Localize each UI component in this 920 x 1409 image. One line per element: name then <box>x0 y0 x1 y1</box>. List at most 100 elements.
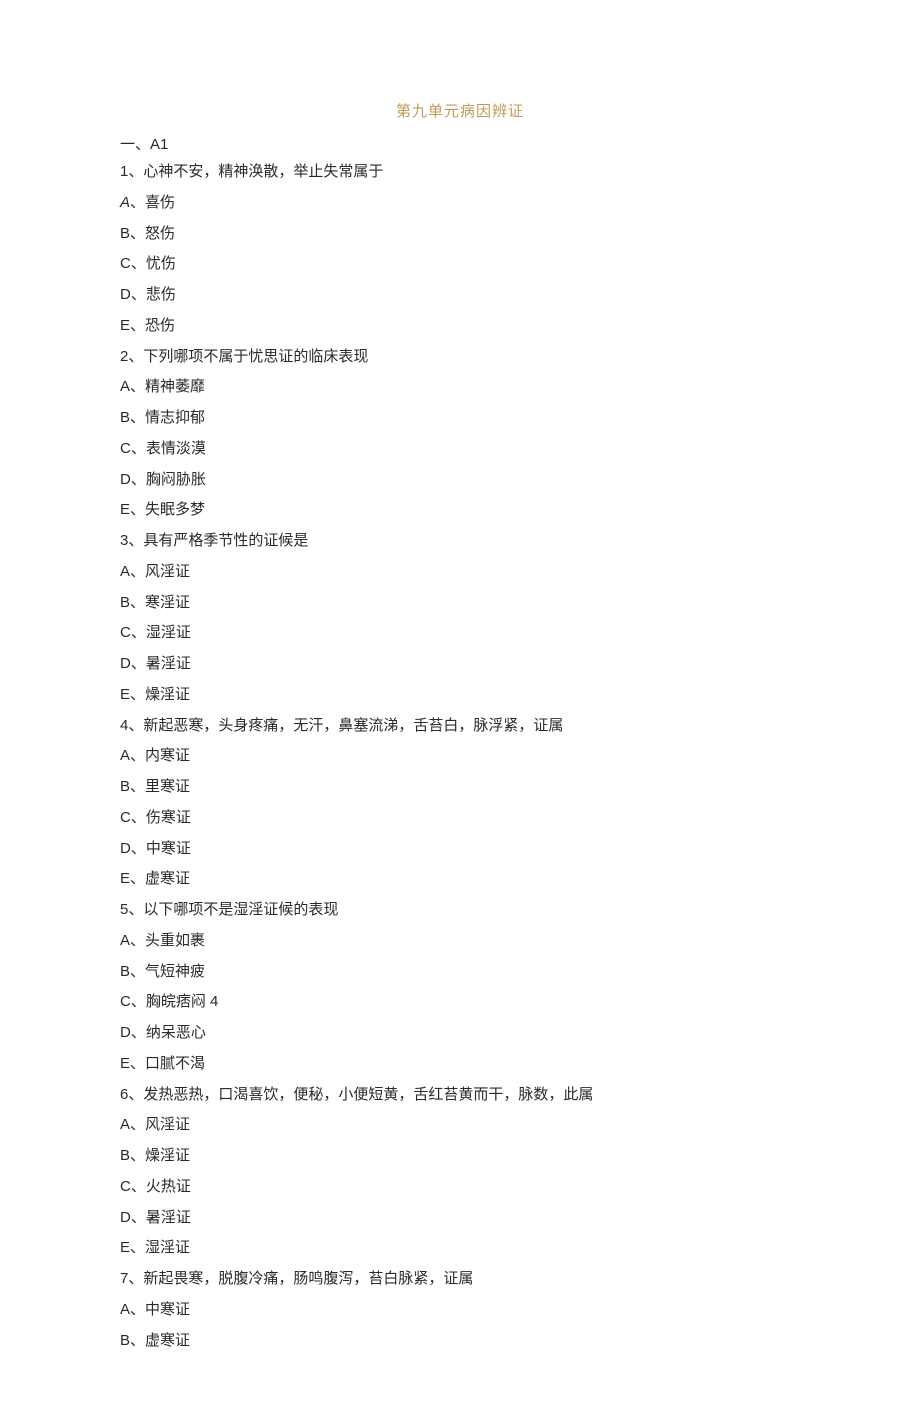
option-text: 燥淫证 <box>145 686 190 703</box>
question-option: D、暑淫证 <box>120 652 800 677</box>
page-title: 第九单元病因辨证 <box>120 100 800 121</box>
question-option: B、情志抑郁 <box>120 406 800 431</box>
question-option: A、风淫证 <box>120 560 800 585</box>
question-stem: 6、发热恶热，口渴喜饮，便秘，小便短黄，舌红苔黄而干，脉数，此属 <box>120 1083 800 1108</box>
document-page: 第九单元病因辨证 一、A1 1、心神不安，精神涣散，举止失常属于A、喜伤B、怒伤… <box>0 0 920 1409</box>
option-letter: B <box>120 1147 130 1164</box>
option-separator: 、 <box>131 655 146 672</box>
option-letter: A <box>120 378 130 395</box>
option-separator: 、 <box>130 1301 145 1318</box>
option-separator: 、 <box>130 1147 145 1164</box>
question-option: D、胸闷胁胀 <box>120 468 800 493</box>
option-separator: 、 <box>130 317 145 334</box>
option-text: 风淫证 <box>145 563 190 580</box>
option-letter: C <box>120 624 131 641</box>
option-letter: A <box>120 563 130 580</box>
question-stem: 7、新起畏寒，脱腹冷痛，肠鸣腹泻，苔白脉紧，证属 <box>120 1267 800 1292</box>
question-option: C、火热证 <box>120 1175 800 1200</box>
option-separator: 、 <box>130 1116 145 1133</box>
section-heading: 一、A1 <box>120 133 800 154</box>
question-option: A、精神萎靡 <box>120 375 800 400</box>
option-text: 失眠多梦 <box>145 501 205 518</box>
option-separator: 、 <box>130 409 145 426</box>
option-text: 中寒证 <box>145 1301 190 1318</box>
option-letter: A <box>120 194 130 211</box>
question-option: E、虚寒证 <box>120 867 800 892</box>
option-separator: 、 <box>131 471 146 488</box>
option-text: 精神萎靡 <box>145 378 205 395</box>
option-separator: 、 <box>130 747 145 764</box>
option-separator: 、 <box>131 440 146 457</box>
option-letter: E <box>120 1055 130 1072</box>
option-separator: 、 <box>130 932 145 949</box>
option-text: 纳呆恶心 <box>146 1024 206 1041</box>
option-letter: B <box>120 963 130 980</box>
option-text: 悲伤 <box>146 286 176 303</box>
option-letter: C <box>120 440 131 457</box>
option-letter: C <box>120 993 131 1010</box>
option-separator: 、 <box>130 1239 145 1256</box>
question-option: B、燥淫证 <box>120 1144 800 1169</box>
option-text: 寒淫证 <box>145 594 190 611</box>
option-text: 怒伤 <box>145 225 175 242</box>
question-option: D、纳呆恶心 <box>120 1021 800 1046</box>
question-option: A、喜伤 <box>120 191 800 216</box>
questions-container: 1、心神不安，精神涣散，举止失常属于A、喜伤B、怒伤C、忧伤D、悲伤E、恐伤2、… <box>120 160 800 1353</box>
option-separator: 、 <box>130 501 145 518</box>
option-text: 忧伤 <box>146 255 176 272</box>
question-option: B、气短神疲 <box>120 960 800 985</box>
question-option: C、胸皖痞闷 4 <box>120 990 800 1015</box>
option-separator: 、 <box>130 1332 145 1349</box>
option-letter: B <box>120 778 130 795</box>
question-option: A、头重如裹 <box>120 929 800 954</box>
option-separator: 、 <box>131 1178 146 1195</box>
option-text: 虚寒证 <box>145 870 190 887</box>
question-stem: 2、下列哪项不属于忧思证的临床表现 <box>120 345 800 370</box>
option-letter: C <box>120 255 131 272</box>
option-letter: B <box>120 409 130 426</box>
option-letter: E <box>120 686 130 703</box>
option-separator: 、 <box>130 563 145 580</box>
question-option: C、湿淫证 <box>120 621 800 646</box>
question-option: A、中寒证 <box>120 1298 800 1323</box>
option-separator: 、 <box>131 840 146 857</box>
option-text: 表情淡漠 <box>146 440 206 457</box>
question-option: C、表情淡漠 <box>120 437 800 462</box>
option-separator: 、 <box>131 993 146 1010</box>
option-separator: 、 <box>131 255 146 272</box>
option-text: 燥淫证 <box>145 1147 190 1164</box>
option-text: 中寒证 <box>146 840 191 857</box>
option-text: 湿淫证 <box>146 624 191 641</box>
option-letter: E <box>120 870 130 887</box>
option-text: 口腻不渴 <box>145 1055 205 1072</box>
option-letter: A <box>120 1301 130 1318</box>
option-text: 胸皖痞闷 4 <box>146 993 219 1010</box>
question-stem: 5、以下哪项不是湿淫证候的表现 <box>120 898 800 923</box>
option-separator: 、 <box>131 624 146 641</box>
option-letter: E <box>120 317 130 334</box>
question-stem: 4、新起恶寒，头身疼痛，无汗，鼻塞流涕，舌苔白，脉浮紧，证属 <box>120 714 800 739</box>
option-letter: B <box>120 1332 130 1349</box>
question-option: E、湿淫证 <box>120 1236 800 1261</box>
option-separator: 、 <box>130 378 145 395</box>
option-letter: D <box>120 1209 131 1226</box>
question-option: D、暑淫证 <box>120 1206 800 1231</box>
option-text: 气短神疲 <box>145 963 205 980</box>
option-separator: 、 <box>131 1209 146 1226</box>
question-option: E、失眠多梦 <box>120 498 800 523</box>
option-letter: E <box>120 501 130 518</box>
option-letter: A <box>120 1116 130 1133</box>
question-option: B、虚寒证 <box>120 1329 800 1354</box>
question-option: E、口腻不渴 <box>120 1052 800 1077</box>
question-option: A、内寒证 <box>120 744 800 769</box>
option-text: 火热证 <box>146 1178 191 1195</box>
option-separator: 、 <box>130 225 145 242</box>
option-text: 内寒证 <box>145 747 190 764</box>
option-letter: D <box>120 286 131 303</box>
option-text: 暑淫证 <box>146 1209 191 1226</box>
question-option: B、寒淫证 <box>120 591 800 616</box>
option-text: 恐伤 <box>145 317 175 334</box>
question-option: D、中寒证 <box>120 837 800 862</box>
question-option: E、恐伤 <box>120 314 800 339</box>
option-letter: D <box>120 471 131 488</box>
